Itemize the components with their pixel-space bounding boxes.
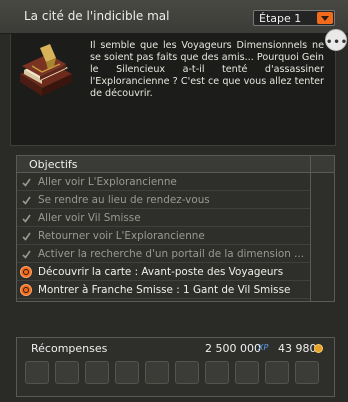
objective-row[interactable]: Montrer à Franche Smisse : 1 Gant de Vil… [17,282,310,299]
reward-slot[interactable] [205,361,229,384]
quest-window: La cité de l'indicible mal Étape 1 Il se… [0,0,348,402]
objective-label: Activer la recherche d'un portail de la … [38,248,304,260]
reward-slot[interactable] [25,361,49,384]
check-icon [22,250,31,259]
target-icon[interactable] [20,266,32,278]
kamas-reward: 43 980 [278,342,317,355]
quest-description: Il semble que les Voyageurs Dimensionnel… [90,40,324,99]
objectives-panel: Objectifs Aller voir L'Explorancienne Se… [16,155,335,302]
objectives-header: Objectifs [17,156,334,173]
xp-label: XP [258,343,269,352]
xp-reward: 2 500 000 [205,342,261,355]
target-icon[interactable] [20,284,32,296]
objective-row[interactable]: Retourner voir L'Explorancienne [17,228,310,245]
check-icon [22,178,31,187]
reward-slot[interactable] [175,361,199,384]
objective-row[interactable]: Se rendre au lieu de rendez-vous [17,192,310,209]
reward-slot[interactable] [265,361,289,384]
reward-slot[interactable] [295,361,319,384]
objectives-divider [310,156,311,301]
objective-label: Montrer à Franche Smisse : 1 Gant de Vil… [38,284,291,296]
objective-label: Retourner voir L'Explorancienne [38,230,205,242]
reward-slot[interactable] [115,361,139,384]
check-icon [22,232,31,241]
objective-label: Découvrir la carte : Avant-poste des Voy… [38,266,284,278]
objective-label: Aller voir Vil Smisse [38,212,141,224]
check-icon [22,196,31,205]
objective-row[interactable]: Activer la recherche d'un portail de la … [17,246,310,263]
step-dropdown-value: Étape 1 [259,12,302,25]
quest-title: La cité de l'indicible mal [24,9,170,23]
reward-slot[interactable] [235,361,259,384]
chevron-down-icon[interactable] [317,12,333,24]
kamas-icon [314,344,323,353]
reward-slot[interactable] [85,361,109,384]
rewards-panel: Récompenses 2 500 000 XP 43 980 [16,337,335,397]
objective-row[interactable]: Aller voir Vil Smisse [17,210,310,227]
objectives-title: Objectifs [29,158,78,171]
quest-header: La cité de l'indicible mal Étape 1 [0,0,348,34]
book-icon [20,44,72,96]
reward-slot[interactable] [55,361,79,384]
objective-row[interactable]: Aller voir L'Explorancienne [17,174,310,191]
reward-slot[interactable] [145,361,169,384]
step-dropdown[interactable]: Étape 1 [253,10,335,26]
rewards-title: Récompenses [31,342,108,355]
objective-row[interactable]: Découvrir la carte : Avant-poste des Voy… [17,264,310,281]
objective-label: Aller voir L'Explorancienne [38,176,177,188]
more-options-button[interactable]: ••• [325,29,347,51]
objective-label: Se rendre au lieu de rendez-vous [38,194,210,206]
check-icon [22,214,31,223]
ellipsis-icon: ••• [326,37,348,48]
